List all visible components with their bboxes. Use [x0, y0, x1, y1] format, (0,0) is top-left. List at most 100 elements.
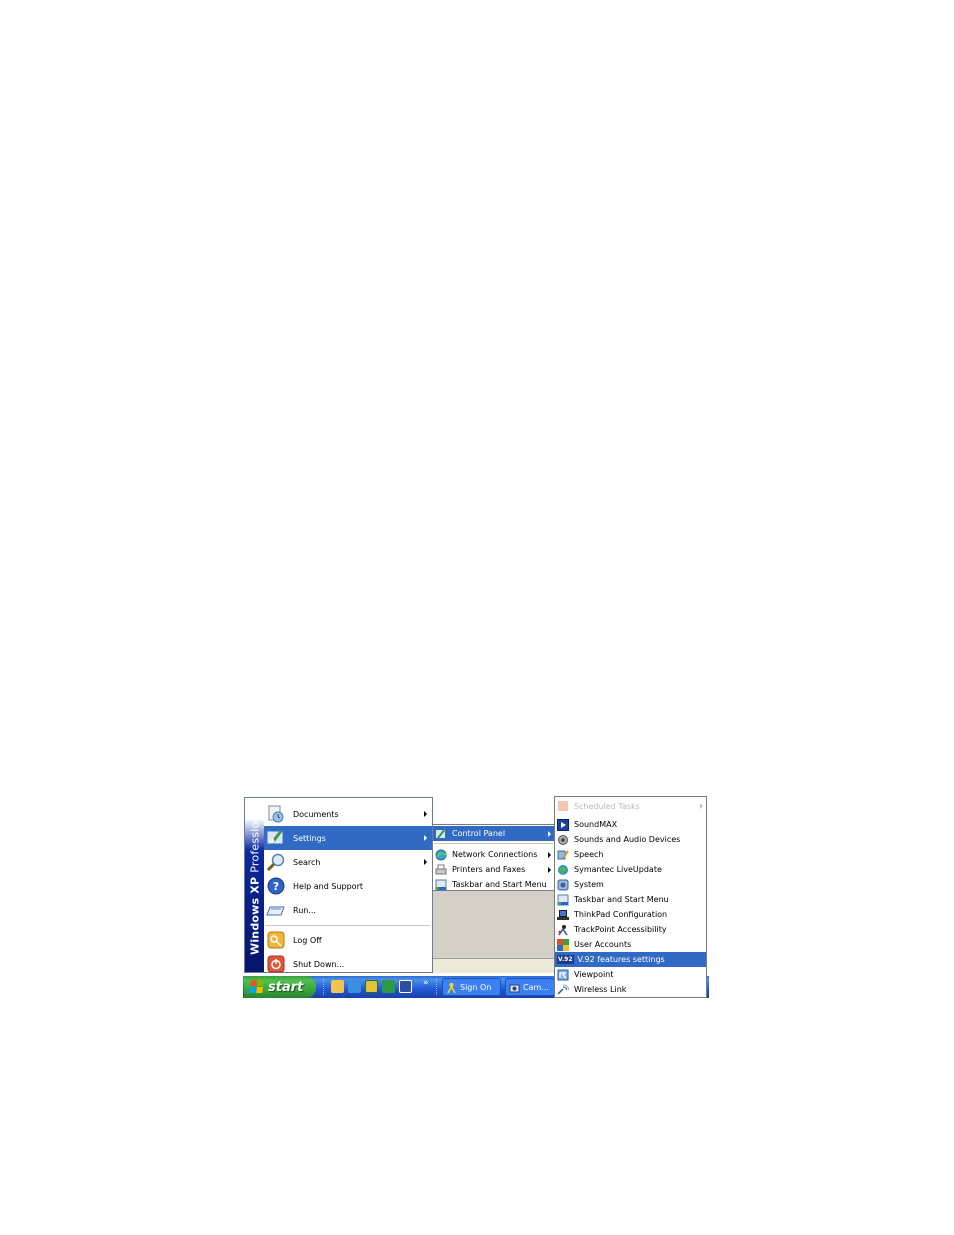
cp-item-trackpoint[interactable]: TrackPoint Accessibility [555, 922, 706, 937]
symantec-liveupdate-icon [557, 864, 569, 876]
cp-item-viewpoint[interactable]: Viewpoint [555, 967, 706, 982]
speech-icon [557, 849, 569, 861]
cp-item-thinkpad[interactable]: ThinkPad Configuration [555, 907, 706, 922]
cp-item-label: ThinkPad Configuration [574, 910, 668, 919]
taskbar-icon [435, 879, 447, 891]
excel-quicklaunch-icon[interactable] [382, 980, 395, 993]
submenu-arrow-icon [548, 866, 551, 873]
scroll-arrow-icon [700, 803, 703, 809]
cp-item-label: Taskbar and Start Menu [574, 895, 669, 904]
start-item-label: Run... [293, 905, 316, 915]
documents-icon [266, 804, 286, 824]
cp-item-symantec[interactable]: Symantec LiveUpdate [555, 862, 706, 877]
task-button-cam[interactable]: Cam... [505, 978, 555, 996]
submenu-arrow-icon [548, 851, 551, 858]
settings-item-label: Printers and Faxes [452, 865, 526, 874]
settings-item-label: Taskbar and Start Menu [452, 880, 547, 889]
sounds-audio-icon [557, 834, 569, 846]
folder-quicklaunch-icon[interactable] [331, 980, 344, 993]
v92-icon: V.92 [557, 955, 574, 964]
background-window-statusbar [432, 958, 555, 973]
banner-brand: Windows XP [248, 876, 261, 955]
banner-text: Windows XP Professional [248, 804, 261, 955]
background-window [432, 886, 555, 958]
run-icon [266, 900, 286, 920]
start-item-label: Settings [293, 833, 326, 843]
quicklaunch-grip[interactable] [323, 979, 326, 995]
cp-item-label: Speech [574, 850, 604, 859]
viewpoint-icon [557, 969, 569, 981]
submenu-arrow-icon [424, 811, 427, 817]
cp-item-label: User Accounts [574, 940, 632, 949]
start-item-label: Help and Support [293, 881, 363, 891]
windows-logo-icon [249, 980, 265, 994]
cp-item-v92[interactable]: V.92 V.92 features settings [555, 952, 706, 967]
cp-item-label: SoundMAX [574, 820, 618, 829]
trackpoint-accessibility-icon [557, 924, 569, 936]
cp-item-label: System [574, 880, 604, 889]
start-item-search[interactable]: Search [264, 850, 432, 874]
menu-separator [434, 843, 553, 844]
task-button-sign-on[interactable]: Sign On [442, 978, 501, 996]
cp-item-sounds-audio[interactable]: Sounds and Audio Devices [555, 832, 706, 847]
cp-item-label: Scheduled Tasks [574, 801, 640, 811]
start-item-logoff[interactable]: Log Off [264, 928, 432, 952]
cp-item-soundmax[interactable]: SoundMAX [555, 817, 706, 832]
start-button[interactable]: start [244, 976, 316, 998]
cp-item-label: Wireless Link [574, 985, 627, 994]
cp-item-wireless-link[interactable]: Wireless Link [555, 982, 706, 997]
start-menu-banner: Windows XP Professional [245, 798, 264, 972]
scheduled-tasks-icon [557, 801, 569, 811]
settings-icon [266, 828, 286, 848]
start-item-help[interactable]: ? Help and Support [264, 874, 432, 898]
sign-on-icon [446, 982, 457, 993]
taskbar-start-menu-icon [557, 894, 569, 906]
internet-explorer-quicklaunch-icon[interactable] [348, 980, 361, 993]
outlook-quicklaunch-icon[interactable] [365, 980, 378, 993]
svg-text:?: ? [273, 880, 279, 893]
cp-item-label: Symantec LiveUpdate [574, 865, 662, 874]
start-item-documents[interactable]: Documents [264, 802, 432, 826]
cp-item-system[interactable]: System [555, 877, 706, 892]
cp-item-scheduled-tasks[interactable]: Scheduled Tasks [555, 801, 706, 811]
start-menu: Windows XP Professional Documents Settin… [244, 797, 433, 973]
cp-item-user-accounts[interactable]: User Accounts [555, 937, 706, 952]
start-item-shutdown[interactable]: Shut Down... [264, 952, 432, 976]
printer-icon [435, 864, 447, 876]
network-connections-icon [435, 849, 447, 861]
start-item-run[interactable]: Run... [264, 898, 432, 922]
logoff-icon [266, 930, 286, 950]
quicklaunch-more-chevron[interactable]: » [423, 978, 429, 988]
settings-item-control-panel[interactable]: Control Panel [433, 826, 554, 841]
banner-edition: Professional [248, 804, 261, 873]
help-icon: ? [266, 876, 286, 896]
cp-item-label: Sounds and Audio Devices [574, 835, 681, 844]
user-accounts-icon [557, 938, 569, 951]
wireless-link-icon [557, 984, 570, 996]
tasks-grip[interactable] [436, 979, 439, 995]
search-icon [266, 852, 286, 872]
start-item-settings[interactable]: Settings [264, 826, 432, 850]
cp-item-taskbar-start[interactable]: Taskbar and Start Menu [555, 892, 706, 907]
camera-app-icon [509, 982, 520, 993]
start-item-label: Shut Down... [293, 959, 345, 969]
control-panel-icon [435, 827, 447, 840]
settings-item-printers[interactable]: Printers and Faxes [433, 862, 554, 877]
soundmax-icon [557, 818, 569, 831]
menu-separator [265, 925, 430, 926]
settings-item-label: Control Panel [452, 829, 506, 838]
settings-item-label: Network Connections [452, 850, 538, 859]
task-label: Sign On [460, 982, 492, 992]
start-item-label: Documents [293, 809, 339, 819]
word-quicklaunch-icon[interactable] [399, 980, 412, 993]
thinkpad-configuration-icon [557, 909, 569, 921]
system-icon [557, 879, 569, 891]
settings-item-taskbar[interactable]: Taskbar and Start Menu [433, 877, 554, 892]
settings-item-network[interactable]: Network Connections [433, 847, 554, 862]
start-item-label: Log Off [293, 935, 322, 945]
cp-item-label: TrackPoint Accessibility [574, 925, 667, 934]
submenu-arrow-icon [424, 859, 427, 865]
start-label: start [268, 979, 304, 995]
screenshot: Windows XP Professional Documents Settin… [243, 796, 709, 999]
cp-item-speech[interactable]: Speech [555, 847, 706, 862]
